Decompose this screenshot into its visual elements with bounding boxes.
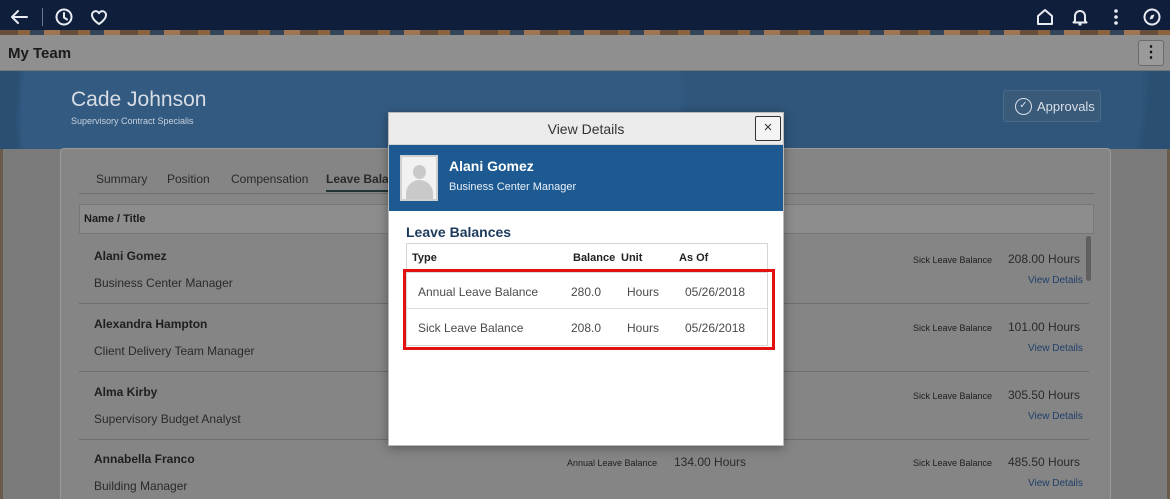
tab-summary[interactable]: Summary	[96, 172, 147, 186]
leave-balances-heading: Leave Balances	[406, 224, 512, 240]
sick-leave-label: Sick Leave Balance	[913, 391, 993, 401]
home-icon[interactable]	[1034, 6, 1056, 28]
sick-leave-value: 305.50 Hours	[1008, 388, 1081, 402]
row-title: Building Manager	[94, 479, 188, 493]
back-arrow-icon[interactable]	[8, 6, 30, 28]
view-details-link[interactable]: View Details	[1028, 343, 1083, 354]
favorite-heart-icon[interactable]	[88, 6, 110, 28]
row-name: Alma Kirby	[94, 385, 158, 399]
view-details-link[interactable]: View Details	[1028, 478, 1083, 489]
page-options-button[interactable]: ⋮	[1138, 40, 1164, 66]
approvals-label: Approvals	[1037, 99, 1095, 114]
table-row[interactable]: Annabella Franco Building Manager Annual…	[79, 439, 1089, 499]
employee-title: Supervisory Contract Specialis	[71, 116, 194, 126]
employee-name: Cade Johnson	[71, 88, 207, 111]
person-name: Alani Gomez	[449, 158, 534, 174]
page-title: My Team	[8, 45, 72, 62]
tab-compensation[interactable]: Compensation	[231, 172, 308, 186]
table-scrollbar[interactable]	[1086, 236, 1091, 281]
top-nav-bar	[0, 0, 1170, 35]
column-header-as-of: As Of	[679, 252, 709, 264]
annual-leave-value: 134.00 Hours	[674, 455, 747, 469]
view-details-link[interactable]: View Details	[1028, 411, 1083, 422]
close-button[interactable]: ×	[755, 116, 781, 141]
avatar	[400, 155, 438, 201]
sick-leave-label: Sick Leave Balance	[913, 255, 993, 265]
sick-leave-value: 101.00 Hours	[1008, 320, 1081, 334]
left-edge-decoration	[0, 149, 3, 499]
row-title: Business Center Manager	[94, 276, 233, 290]
page-title-bar: My Team ⋮	[0, 35, 1170, 71]
tab-position[interactable]: Position	[167, 172, 210, 186]
row-name: Alani Gomez	[94, 249, 167, 263]
modal-title: View Details	[547, 121, 625, 137]
tab-leave-balances[interactable]: Leave Balan	[326, 172, 397, 192]
history-icon[interactable]	[53, 6, 75, 28]
notification-bell-icon[interactable]	[1069, 6, 1091, 28]
row-title: Client Delivery Team Manager	[94, 344, 255, 358]
column-header-type: Type	[412, 252, 437, 264]
avatar-head-shape	[413, 165, 426, 179]
actions-menu-icon[interactable]	[1105, 6, 1127, 28]
person-banner: Alani Gomez Business Center Manager	[389, 145, 783, 211]
column-header-balance: Balance	[573, 252, 616, 264]
person-title: Business Center Manager	[449, 181, 577, 193]
sick-leave-label: Sick Leave Balance	[913, 458, 993, 468]
column-header-unit: Unit	[621, 252, 643, 264]
modal-header: View Details ×	[389, 113, 783, 145]
check-circle-icon: ✓	[1015, 98, 1032, 115]
sick-leave-label: Sick Leave Balance	[913, 323, 993, 333]
avatar-body-shape	[406, 180, 433, 199]
row-name: Annabella Franco	[94, 452, 195, 466]
row-name: Alexandra Hampton	[94, 317, 208, 331]
row-title: Supervisory Budget Analyst	[94, 412, 241, 426]
navbar-compass-icon[interactable]	[1141, 6, 1163, 28]
view-details-link[interactable]: View Details	[1028, 275, 1083, 286]
sick-leave-value: 208.00 Hours	[1008, 252, 1081, 266]
column-header-name-title: Name / Title	[84, 213, 146, 225]
nav-separator	[42, 8, 43, 26]
approvals-button[interactable]: ✓ Approvals	[1003, 90, 1101, 122]
annual-leave-label: Annual Leave Balance	[567, 458, 658, 468]
close-icon: ×	[763, 119, 773, 136]
highlight-box	[403, 269, 775, 350]
sick-leave-value: 485.50 Hours	[1008, 455, 1081, 469]
